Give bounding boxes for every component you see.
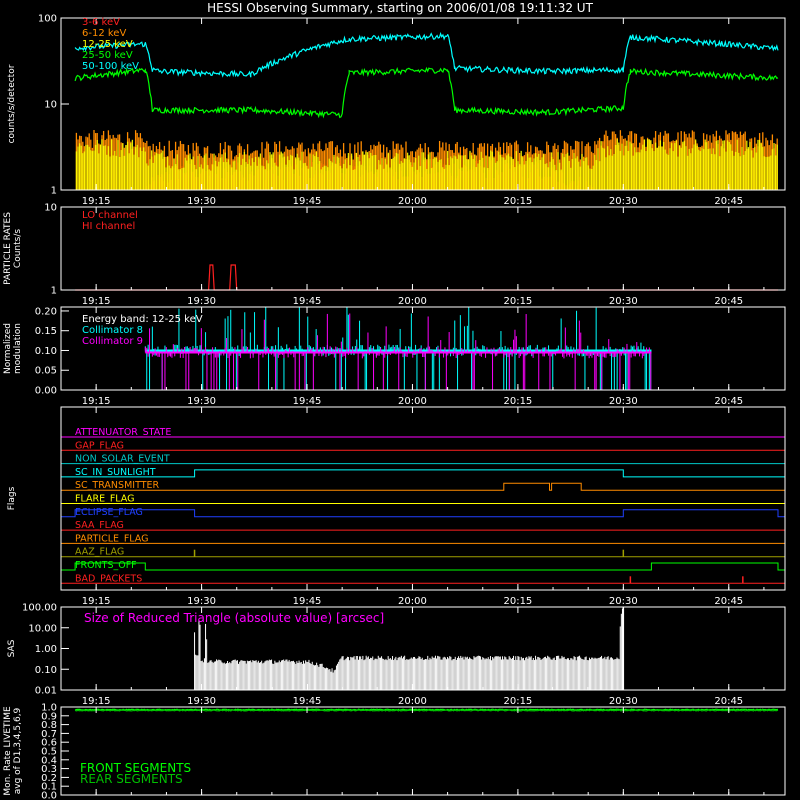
time-tick-label: 19:15 [82,596,111,607]
y-tick-label: 0.01 [35,686,57,697]
legend-entry: 3-6 keV [82,17,120,28]
time-tick-label: 19:30 [187,396,216,407]
time-tick-label: 20:30 [609,296,638,307]
legend-entry: REAR SEGMENTS [80,772,183,786]
flag-label: FRONTS_OFF [75,560,137,571]
y-tick-label: 10 [44,100,57,111]
time-tick-label: 19:45 [293,296,322,307]
flag-label: FLARE_FLAG [75,494,135,505]
y-tick-label: 1.00 [35,644,57,655]
time-tick-label: 19:15 [82,396,111,407]
flag-label: SAA_FLAG [75,520,124,531]
y-tick-label: 100 [38,14,57,25]
y-tick-label: 1.0 [41,703,57,714]
sas-annotation: Size of Reduced Triangle (absolute value… [84,611,384,625]
flag-label: PARTICLE_FLAG [75,533,148,544]
hessi-summary-figure: HESSI Observing Summary, starting on 200… [0,0,800,800]
flag-label: SC_TRANSMITTER [75,480,160,491]
time-tick-label: 20:30 [609,596,638,607]
time-tick-label: 19:45 [293,196,322,207]
ylabel-line: Normalized [3,323,13,374]
time-tick-label: 20:00 [398,696,427,707]
time-tick-label: 20:00 [398,196,427,207]
figure-title: HESSI Observing Summary, starting on 200… [207,1,593,15]
time-tick-label: 20:45 [714,196,743,207]
legend-entry: Collimator 9 [82,336,143,347]
time-tick-label: 19:45 [293,696,322,707]
time-tick-label: 20:15 [503,396,532,407]
time-tick-label: 20:45 [714,396,743,407]
y-tick-label: 0.20 [35,306,57,317]
legend-entry: 6-12 keV [82,28,126,39]
time-tick-label: 19:30 [187,296,216,307]
legend-entry: Collimator 8 [82,325,143,336]
time-tick-label: 19:15 [82,196,111,207]
flag-label: GAP_FLAG [75,440,124,451]
time-tick-label: 19:45 [293,396,322,407]
legend-entry: 12-25 keV [82,39,133,50]
y-tick-label: 1 [51,286,57,297]
sas-ylabel: SAS [7,639,17,657]
legend-entry: 50-100 keV [82,61,139,72]
time-tick-label: 20:15 [503,696,532,707]
time-tick-label: 20:15 [503,596,532,607]
time-tick-label: 20:30 [609,196,638,207]
ylabel-line: Counts/s [13,229,23,268]
ylabel-line: Flags [7,486,17,510]
flags-ylabel: Flags [7,486,17,510]
count_rates-ylabel: counts/s/detector [7,64,17,143]
legend-entry: HI channel [82,221,135,232]
flag-label: SC_IN_SUNLIGHT [75,467,156,478]
ylabel-line: modulation [13,323,23,374]
time-tick-label: 19:45 [293,596,322,607]
modulation-ylabel: Normalizedmodulation [3,323,23,374]
y-tick-label: 1 [51,186,57,197]
time-tick-label: 20:45 [714,296,743,307]
flag-label: ECLIPSE_FLAG [75,507,143,518]
time-tick-label: 19:30 [187,696,216,707]
time-tick-label: 20:30 [609,396,638,407]
legend-entry: Energy band: 12-25 keV [82,314,203,325]
time-tick-label: 19:30 [187,596,216,607]
flag-label: BAD_PACKETS [75,573,142,584]
y-tick-label: 10.00 [28,623,57,634]
y-tick-label: 100.00 [22,603,57,614]
time-tick-label: 19:15 [82,296,111,307]
time-tick-label: 20:45 [714,696,743,707]
livetime-ylabel: Mon. Rate LIVETIMEavg of D1,3,4,5,6,9 [3,706,23,796]
time-tick-label: 19:15 [82,696,111,707]
flag-label: AAZ_FLAG [75,547,124,558]
legend-entry: 25-50 keV [82,50,133,61]
y-tick-label: 0.05 [35,366,57,377]
time-tick-label: 20:15 [503,296,532,307]
time-tick-label: 20:00 [398,596,427,607]
ylabel-line: PARTICLE RATES [3,212,13,285]
y-tick-label: 10 [44,203,57,214]
time-tick-label: 20:30 [609,696,638,707]
y-tick-label: 0.10 [35,346,57,357]
ylabel-line: counts/s/detector [7,64,17,143]
flag-label: NON_SOLAR_EVENT [75,454,170,465]
time-tick-label: 20:15 [503,196,532,207]
time-tick-label: 20:00 [398,296,427,307]
flag-label: ATTENUATOR_STATE [75,427,171,438]
ylabel-line: Mon. Rate LIVETIME [3,706,13,796]
ylabel-line: avg of D1,3,4,5,6,9 [13,707,23,794]
time-tick-label: 20:45 [714,596,743,607]
livetime-line-REAR-SEGMENTS [74,709,779,712]
ylabel-line: SAS [7,639,17,657]
y-tick-label: 0.00 [35,386,57,397]
y-tick-label: 0.10 [35,665,57,676]
time-tick-label: 19:30 [187,196,216,207]
time-tick-label: 20:00 [398,396,427,407]
y-tick-label: 0.15 [35,326,57,337]
legend-entry: LO channel [82,210,138,221]
